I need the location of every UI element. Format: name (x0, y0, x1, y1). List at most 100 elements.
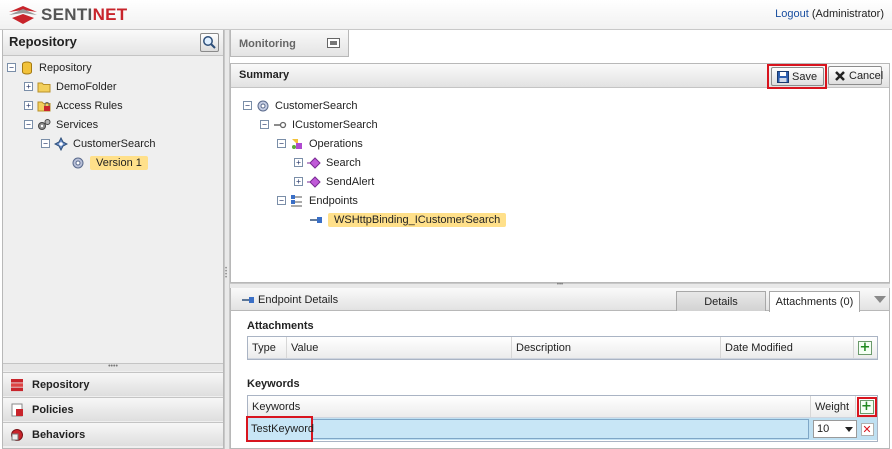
endpoint-details-header: Endpoint Details Details Attachments (0) (231, 288, 889, 312)
tree-label: Endpoints (309, 194, 358, 207)
tree-label: SendAlert (326, 175, 375, 188)
attachments-grid: Type Value Description Date Modified + (247, 336, 878, 360)
tab-details[interactable]: Details (676, 291, 766, 311)
expand-icon[interactable]: + (24, 82, 33, 91)
logout-link[interactable]: Logout (775, 8, 809, 20)
save-highlight: Save (767, 64, 827, 89)
folder-icon (37, 82, 51, 92)
user-bar: Logout (Administrator) (775, 8, 884, 20)
nav-policies-button[interactable]: Policies (3, 397, 223, 421)
delete-keyword-button[interactable]: ✕ (860, 422, 874, 436)
add-attachment-button[interactable]: + (858, 340, 872, 355)
tab-attachments-label: Attachments (0) (775, 296, 854, 308)
tree-node-op-search[interactable]: + Search (243, 153, 703, 172)
tab-attachments[interactable]: Attachments (0) (769, 291, 860, 312)
tab-monitoring[interactable]: Monitoring (230, 30, 349, 57)
keywords-grid: Keywords Weight + TestKeyword 10 ✕ (246, 395, 878, 442)
tree-node-operations[interactable]: − Operations (243, 134, 703, 153)
tree-label: DemoFolder (56, 80, 117, 93)
cancel-label: Cancel (849, 69, 884, 82)
floppy-disk-icon (777, 70, 789, 83)
tree-node-op-sendalert[interactable]: + SendAlert (243, 172, 703, 191)
collapse-icon[interactable]: − (7, 63, 16, 72)
expand-icon[interactable]: + (294, 158, 303, 167)
column-header-value[interactable]: Value (287, 337, 512, 358)
endpoint-details-panel: Endpoint Details Details Attachments (0)… (230, 288, 890, 449)
collapse-arrow-icon[interactable] (874, 296, 886, 303)
keywords-section-label: Keywords (247, 378, 300, 390)
collapse-icon[interactable]: − (24, 120, 33, 129)
attachments-section-label: Attachments (247, 320, 314, 332)
save-button[interactable]: Save (771, 67, 824, 86)
service-gear-icon (257, 100, 269, 111)
repository-panel: Repository − Repository + DemoFolder + A… (2, 30, 224, 449)
tree-node-interface[interactable]: − ICustomerSearch (243, 115, 703, 134)
keyword-value-highlight: TestKeyword (246, 416, 314, 442)
collapse-icon[interactable]: − (277, 196, 286, 205)
cancel-button[interactable]: Cancel (828, 66, 884, 85)
collapse-icon[interactable]: − (277, 139, 286, 148)
keyword-input[interactable] (248, 419, 809, 439)
tree-node-customersearch[interactable]: − CustomerSearch (7, 134, 223, 153)
collapse-icon[interactable]: − (41, 139, 50, 148)
collapse-icon[interactable]: − (243, 101, 252, 110)
summary-panel: Summary Save Cancel − CustomerSearch − I… (230, 63, 890, 283)
nav-behaviors-label: Behaviors (32, 428, 86, 441)
expand-icon[interactable]: + (24, 101, 33, 110)
nav-policies-label: Policies (32, 403, 74, 416)
collapse-icon[interactable]: − (260, 120, 269, 129)
tree-node-services[interactable]: − Services (7, 115, 223, 134)
keyword-value: TestKeyword (251, 423, 314, 435)
weight-select[interactable]: 10 (813, 420, 857, 438)
tree-node-service[interactable]: − CustomerSearch (243, 96, 703, 115)
save-label: Save (792, 70, 818, 83)
nav-behaviors-button[interactable]: Behaviors (3, 422, 223, 446)
tree-label: ICustomerSearch (292, 118, 378, 131)
column-header-keywords[interactable]: Keywords (248, 396, 811, 417)
column-header-description[interactable]: Description (512, 337, 721, 358)
tree-node-access-rules[interactable]: + Access Rules (7, 96, 223, 115)
column-header-weight[interactable]: Weight (811, 396, 856, 417)
tree-node-endpoints[interactable]: − Endpoints (243, 191, 703, 210)
endpoint-icon (242, 297, 254, 303)
tree-label: Operations (309, 137, 363, 150)
delete-cell: ✕ (857, 422, 877, 436)
column-header-date-modified[interactable]: Date Modified (721, 337, 854, 358)
top-bar: SENTINET Logout (Administrator) (0, 0, 892, 30)
expand-icon[interactable]: + (294, 177, 303, 186)
keyword-row[interactable]: TestKeyword 10 ✕ (246, 416, 877, 442)
tree-node-endpoint-wshttp[interactable]: WSHttpBinding_ICustomerSearch (243, 210, 703, 229)
attachments-add-cell: + (854, 340, 876, 355)
interface-icon (274, 121, 287, 128)
column-header-type[interactable]: Type (248, 337, 287, 358)
tree-label: Search (326, 156, 361, 169)
nav-repository-button[interactable]: Repository (3, 372, 223, 396)
service-icon (54, 136, 68, 151)
endpoint-details-label: Endpoint Details (258, 294, 339, 306)
tree-node-repository[interactable]: − Repository (7, 58, 223, 77)
gears-icon (38, 118, 51, 130)
tab-details-label: Details (704, 295, 738, 308)
weight-value: 10 (817, 423, 830, 435)
window-icon (327, 38, 340, 48)
add-keyword-button[interactable]: + (859, 399, 874, 414)
behaviors-icon (11, 428, 23, 441)
sentinet-logo-icon (9, 6, 37, 24)
version-gear-icon (72, 157, 84, 168)
tree-node-demofolder[interactable]: + DemoFolder (7, 77, 223, 96)
tab-monitoring-label: Monitoring (239, 38, 296, 50)
tree-node-version-1[interactable]: Version 1 (7, 153, 223, 172)
summary-title: Summary (239, 69, 290, 81)
panel-splitter[interactable]: •••• (3, 363, 223, 371)
tree-label-selected: WSHttpBinding_ICustomerSearch (328, 212, 507, 227)
search-button[interactable] (200, 33, 219, 52)
repository-panel-title: Repository (9, 34, 77, 49)
brand-prefix: SENTI (41, 5, 93, 24)
endpoint-icon (310, 216, 322, 223)
brand-logo-text: SENTINET (41, 5, 127, 25)
user-role: (Administrator) (811, 8, 884, 20)
tree-label: CustomerSearch (73, 137, 156, 150)
nav-repository-label: Repository (32, 378, 90, 391)
lock-folder-icon (37, 101, 51, 111)
keywords-add-cell: + (856, 396, 877, 417)
